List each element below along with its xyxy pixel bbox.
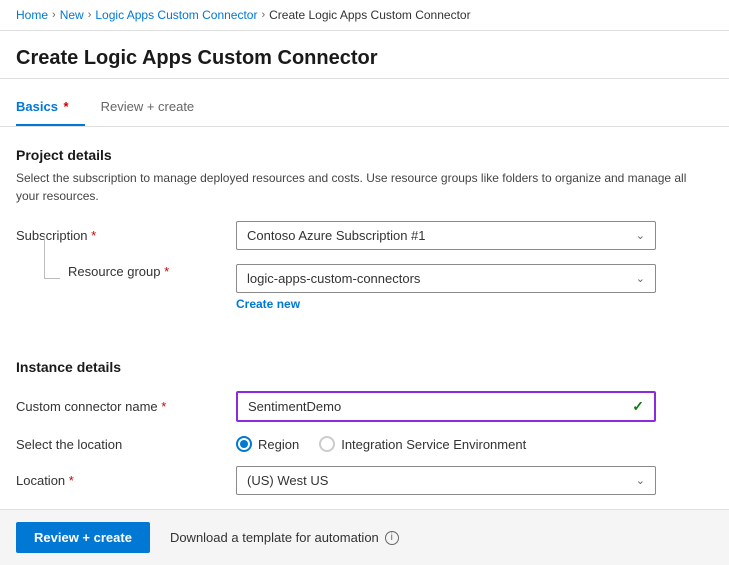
create-new-link[interactable]: Create new	[236, 297, 713, 311]
location-type-control: Region Integration Service Environment	[236, 436, 656, 452]
radio-region[interactable]: Region	[236, 436, 299, 452]
breadcrumb-sep-1: ›	[52, 9, 56, 21]
resource-group-chevron-icon: ⌄	[636, 272, 645, 285]
section-divider	[16, 327, 713, 343]
radio-ise-label: Integration Service Environment	[341, 437, 526, 452]
project-details-header: Project details	[16, 147, 713, 163]
breadcrumb-home[interactable]: Home	[16, 8, 48, 22]
radio-region-input[interactable]	[236, 436, 252, 452]
breadcrumb-logic-apps[interactable]: Logic Apps Custom Connector	[95, 8, 257, 22]
instance-details-header: Instance details	[16, 359, 713, 375]
subscription-row: Subscription * Contoso Azure Subscriptio…	[16, 221, 713, 250]
info-icon[interactable]: i	[385, 531, 399, 545]
project-details-description: Select the subscription to manage deploy…	[16, 169, 713, 205]
resource-group-value: logic-apps-custom-connectors	[247, 271, 420, 286]
subscription-chevron-icon: ⌄	[636, 229, 645, 242]
review-create-button[interactable]: Review + create	[16, 522, 150, 553]
tabs-container: Basics * Review + create	[0, 91, 729, 127]
connector-name-row: Custom connector name * ✓	[16, 391, 713, 422]
subscription-dropdown[interactable]: Contoso Azure Subscription #1 ⌄	[236, 221, 656, 250]
download-template-label: Download a template for automation	[170, 530, 379, 545]
connector-name-input-wrapper: ✓	[236, 391, 656, 422]
breadcrumb-sep-2: ›	[88, 9, 92, 21]
breadcrumb: Home › New › Logic Apps Custom Connector…	[0, 0, 729, 31]
subscription-control: Contoso Azure Subscription #1 ⌄	[236, 221, 656, 250]
connector-name-input[interactable]	[248, 399, 632, 414]
resource-group-control: logic-apps-custom-connectors ⌄	[236, 264, 656, 293]
subscription-value: Contoso Azure Subscription #1	[247, 228, 426, 243]
location-value: (US) West US	[247, 473, 328, 488]
resource-group-label: Resource group *	[68, 264, 169, 279]
check-icon: ✓	[632, 398, 644, 415]
breadcrumb-sep-3: ›	[261, 9, 265, 21]
main-content: Project details Select the subscription …	[0, 127, 729, 529]
radio-ise-input[interactable]	[319, 436, 335, 452]
location-control: (US) West US ⌄	[236, 466, 656, 495]
bottom-bar: Review + create Download a template for …	[0, 509, 729, 565]
connector-name-control: ✓	[236, 391, 656, 422]
location-row: Location * (US) West US ⌄	[16, 466, 713, 495]
connector-name-label: Custom connector name *	[16, 399, 236, 414]
location-type-label: Select the location	[16, 437, 236, 452]
tab-review-create[interactable]: Review + create	[101, 91, 211, 126]
location-label: Location *	[16, 473, 236, 488]
breadcrumb-new[interactable]: New	[60, 8, 84, 22]
breadcrumb-current: Create Logic Apps Custom Connector	[269, 8, 470, 22]
radio-ise[interactable]: Integration Service Environment	[319, 436, 526, 452]
radio-region-label: Region	[258, 437, 299, 452]
resource-group-dropdown[interactable]: logic-apps-custom-connectors ⌄	[236, 264, 656, 293]
location-type-row: Select the location Region Integration S…	[16, 436, 713, 452]
page-title: Create Logic Apps Custom Connector	[0, 31, 729, 79]
location-radio-group: Region Integration Service Environment	[236, 436, 656, 452]
location-chevron-icon: ⌄	[636, 474, 645, 487]
download-template-link[interactable]: Download a template for automation i	[170, 530, 399, 545]
location-dropdown[interactable]: (US) West US ⌄	[236, 466, 656, 495]
tab-basics[interactable]: Basics *	[16, 91, 85, 126]
